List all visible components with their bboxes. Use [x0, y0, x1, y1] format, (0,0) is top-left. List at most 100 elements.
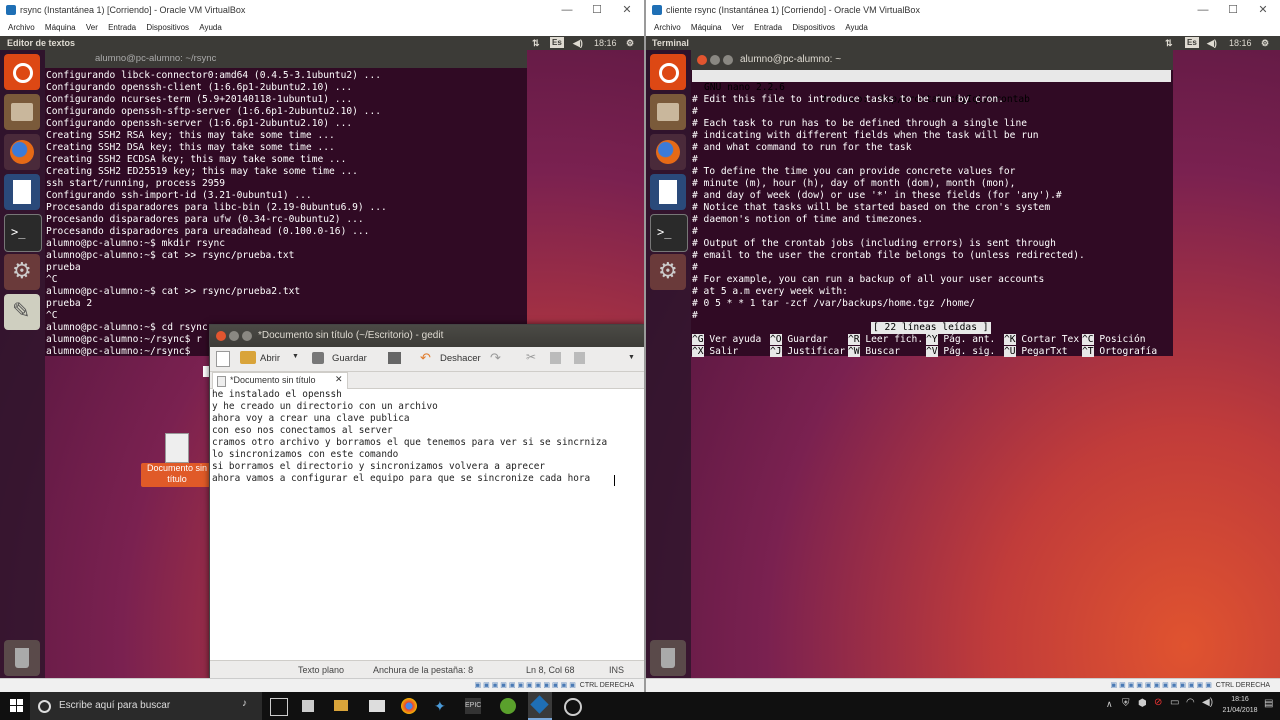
- volume-icon[interactable]: ◀): [1202, 697, 1213, 708]
- close-button[interactable]: ✕: [1248, 0, 1278, 20]
- network-icon[interactable]: ⇅: [532, 36, 540, 50]
- tray-alert-icon[interactable]: ⊘: [1154, 697, 1162, 708]
- libreoffice-writer-icon[interactable]: [4, 174, 40, 210]
- open-button[interactable]: Abrir: [260, 353, 280, 364]
- gedit-maximize-button[interactable]: [242, 331, 252, 341]
- gear-icon[interactable]: ⚙: [626, 36, 634, 50]
- keyboard-layout[interactable]: Es: [1185, 37, 1199, 48]
- host-key-label: CTRL DERECHA: [1215, 682, 1270, 689]
- terminal-minimize-button[interactable]: [710, 55, 720, 65]
- undo-button[interactable]: Deshacer: [440, 353, 481, 364]
- firefox-icon[interactable]: [4, 134, 40, 170]
- topbar-clock[interactable]: 18:16: [1229, 36, 1252, 50]
- taskbar-clock[interactable]: 18:16 21/04/2018: [1220, 694, 1260, 716]
- menu-archivo[interactable]: Archivo: [8, 23, 35, 32]
- syntax-mode[interactable]: Texto plano: [298, 661, 344, 678]
- virtualbox-taskbar-icon[interactable]: [528, 692, 552, 720]
- windows-start-icon[interactable]: [10, 699, 24, 713]
- menu-dispositivos[interactable]: Dispositivos: [792, 23, 835, 32]
- new-document-icon[interactable]: [216, 351, 230, 367]
- menu-ver[interactable]: Ver: [86, 23, 98, 32]
- desktop-file-icon[interactable]: Documento sin título: [141, 433, 213, 491]
- trash-icon[interactable]: [4, 640, 40, 676]
- tray-overflow-icon[interactable]: ∧: [1106, 699, 1113, 710]
- files-icon[interactable]: [650, 94, 686, 130]
- save-button[interactable]: Guardar: [332, 353, 367, 364]
- minimize-button[interactable]: —: [1188, 0, 1218, 20]
- files-icon[interactable]: [4, 94, 40, 130]
- maximize-button[interactable]: ☐: [582, 0, 612, 20]
- battery-icon[interactable]: ▭: [1170, 697, 1179, 708]
- vm-status-icons: ▣▣▣▣▣▣▣▣▣▣▣▣: [474, 682, 578, 689]
- store-icon[interactable]: [369, 700, 385, 712]
- microphone-icon[interactable]: ♪: [242, 698, 247, 709]
- tab-width[interactable]: Anchura de la pestaña: 8: [373, 661, 473, 678]
- menu-archivo[interactable]: Archivo: [654, 23, 681, 32]
- menu-maquina[interactable]: Máquina: [45, 23, 76, 32]
- app-icon[interactable]: ✦: [434, 698, 446, 715]
- document-tab[interactable]: *Documento sin título ✕: [212, 372, 348, 389]
- nano-shortcut-key: ^G: [692, 334, 704, 345]
- menu-ayuda[interactable]: Ayuda: [845, 23, 868, 32]
- topbar-clock[interactable]: 18:16: [594, 36, 617, 50]
- tab-close-icon[interactable]: ✕: [335, 374, 343, 385]
- close-button[interactable]: ✕: [612, 0, 642, 20]
- terminal-icon[interactable]: >_: [650, 214, 688, 252]
- file-explorer-icon[interactable]: [334, 700, 348, 711]
- copy-icon[interactable]: [550, 352, 561, 364]
- maximize-button[interactable]: ☐: [1218, 0, 1248, 20]
- epic-games-icon[interactable]: EPIC: [465, 698, 481, 714]
- github-icon[interactable]: [564, 698, 582, 716]
- menu-entrada[interactable]: Entrada: [754, 23, 782, 32]
- settings-icon[interactable]: ⚙: [4, 254, 40, 290]
- taskbar-date: 21/04/2018: [1222, 707, 1258, 714]
- menu-maquina[interactable]: Máquina: [691, 23, 722, 32]
- menu-dispositivos[interactable]: Dispositivos: [146, 23, 189, 32]
- menu-ver[interactable]: Ver: [732, 23, 744, 32]
- toolbar-overflow-icon[interactable]: ▼: [628, 354, 635, 361]
- terminal-maximize-button[interactable]: [723, 55, 733, 65]
- vm-status-icons: ▣▣▣▣▣▣▣▣▣▣▣▣: [1110, 682, 1214, 689]
- tab-document-icon: [217, 376, 226, 387]
- terminal-output[interactable]: Configurando libck-connector0:amd64 (0.4…: [46, 70, 387, 358]
- chevron-down-icon[interactable]: ▼: [292, 353, 299, 360]
- print-icon[interactable]: [388, 352, 401, 364]
- gedit-close-button[interactable]: [216, 331, 226, 341]
- volume-icon[interactable]: ◀): [1207, 36, 1217, 50]
- gedit-minimize-button[interactable]: [229, 331, 239, 341]
- cut-icon[interactable]: ✂: [526, 350, 536, 364]
- chrome-icon[interactable]: [401, 698, 417, 714]
- gear-icon[interactable]: ⚙: [1261, 36, 1269, 50]
- terminal-icon[interactable]: >_: [4, 214, 42, 252]
- gedit-window: *Documento sin título (~/Escritorio) - g…: [209, 324, 644, 678]
- volume-icon[interactable]: ◀): [573, 36, 583, 50]
- gedit-text-area[interactable]: he instalado el openssh y he creado un di…: [212, 389, 607, 485]
- ubuntu-dash-icon[interactable]: [650, 54, 686, 90]
- wifi-icon[interactable]: ◠: [1186, 697, 1195, 708]
- android-studio-icon[interactable]: [500, 698, 516, 714]
- terminal-line: ^C: [46, 310, 58, 321]
- terminal-close-button[interactable]: [697, 55, 707, 65]
- paste-icon[interactable]: [574, 352, 585, 364]
- nano-editor-content[interactable]: # Edit this file to introduce tasks to b…: [692, 94, 1085, 322]
- nano-shortcut-label: Pág. ant.: [937, 334, 996, 345]
- redo-icon[interactable]: ↷: [490, 350, 501, 366]
- menu-ayuda[interactable]: Ayuda: [199, 23, 222, 32]
- nano-shortcut: ^V Pág. sig.: [926, 346, 995, 358]
- keyboard-layout[interactable]: Es: [550, 37, 564, 48]
- task-view-icon[interactable]: [270, 698, 288, 716]
- network-icon[interactable]: ⇅: [1165, 36, 1173, 50]
- edge-icon[interactable]: [302, 700, 314, 712]
- taskbar-search-box[interactable]: Escribe aquí para buscar ♪: [30, 692, 262, 720]
- menu-entrada[interactable]: Entrada: [108, 23, 136, 32]
- settings-icon[interactable]: ⚙: [650, 254, 686, 290]
- trash-icon[interactable]: [650, 640, 686, 676]
- tray-security-icon[interactable]: ⬢: [1138, 698, 1147, 709]
- minimize-button[interactable]: —: [552, 0, 582, 20]
- firefox-icon[interactable]: [650, 134, 686, 170]
- notifications-icon[interactable]: ▤: [1264, 698, 1273, 709]
- tray-app-icon[interactable]: ⛨: [1122, 698, 1130, 709]
- libreoffice-writer-icon[interactable]: [650, 174, 686, 210]
- ubuntu-dash-icon[interactable]: [4, 54, 40, 90]
- text-editor-icon[interactable]: ✎: [4, 294, 40, 330]
